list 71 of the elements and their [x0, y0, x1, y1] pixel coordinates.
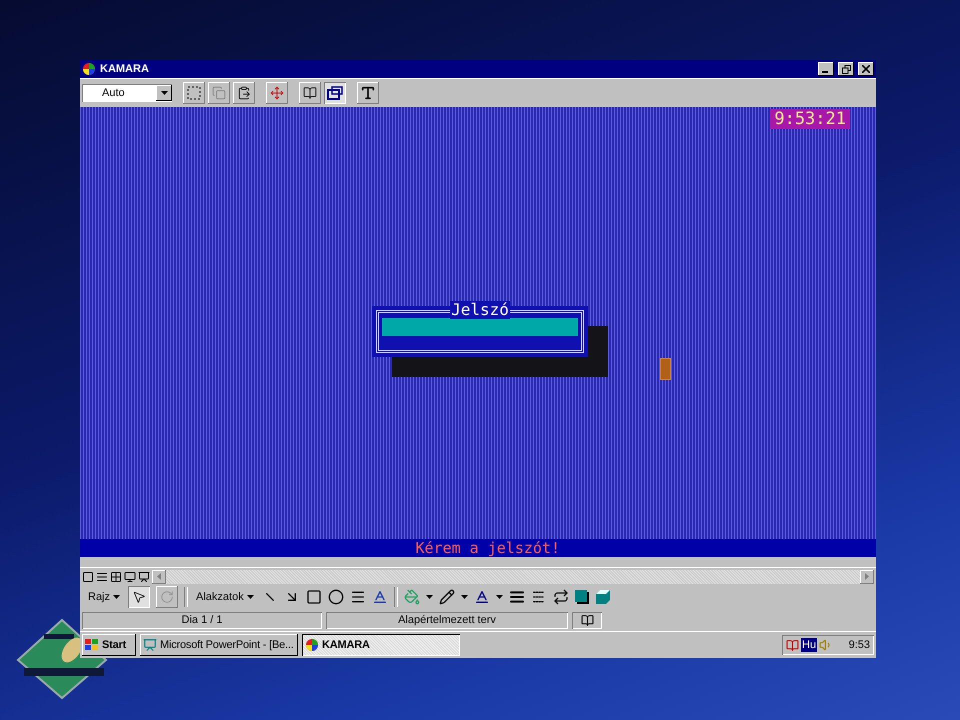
normal-view-icon: [82, 570, 94, 582]
start-button[interactable]: Start: [82, 634, 136, 656]
fill-color-icon: [404, 589, 420, 605]
scroll-left-button[interactable]: [152, 570, 166, 584]
font-icon: [360, 85, 376, 101]
scrollbar[interactable]: [152, 570, 874, 584]
tray-clock: 9:53: [848, 639, 870, 651]
cursor-block: [660, 358, 671, 380]
3d-box-icon: [594, 589, 611, 605]
selection-icon: [186, 85, 202, 101]
wordart-icon: [372, 589, 388, 605]
arrow-style-icon: [552, 589, 569, 605]
font-color-icon: [474, 589, 490, 605]
text-box-icon: [350, 589, 366, 605]
close-icon: [862, 65, 870, 73]
paste-icon: [237, 86, 251, 100]
toolbar-button[interactable]: [183, 82, 205, 104]
prompt-text: Kérem a jelszót!: [416, 539, 560, 557]
notes-view-icon: [124, 570, 136, 582]
shapes-menu[interactable]: Alakzatok: [194, 591, 256, 603]
close-button[interactable]: [858, 62, 874, 76]
shadow-icon: [574, 590, 589, 604]
right-triangle-icon: [865, 573, 869, 580]
copy-icon: [212, 86, 226, 100]
presentation-icon: [143, 638, 157, 652]
line-color-icon: [438, 589, 455, 605]
caret-icon: [113, 595, 120, 599]
toolbar-button[interactable]: [266, 82, 288, 104]
minimize-button[interactable]: [818, 62, 834, 76]
toolbar-button[interactable]: [299, 82, 321, 104]
scroll-right-button[interactable]: [860, 570, 874, 584]
book-icon: [786, 638, 799, 652]
rectangle-icon: [306, 589, 322, 605]
toolbar-button[interactable]: [324, 82, 346, 104]
task-button[interactable]: Microsoft PowerPoint - [Be...: [140, 634, 298, 656]
ellipse-icon: [328, 589, 344, 605]
windows-flag-icon: [85, 639, 99, 651]
pointer-icon: [132, 590, 146, 604]
toolbar-button[interactable]: [233, 82, 255, 104]
rotate-icon: [160, 590, 174, 604]
app-logo-icon: [82, 62, 96, 76]
restore-icon: [842, 64, 850, 74]
slide-counter: Dia 1 / 1: [82, 612, 322, 628]
restore-button[interactable]: [838, 62, 854, 76]
caret-icon: [160, 91, 168, 95]
slideshow-icon: [138, 570, 150, 582]
dropdown-field[interactable]: Auto: [82, 84, 172, 102]
caret-icon: [460, 595, 468, 599]
spelling-icon: [580, 614, 594, 626]
dropdown-button[interactable]: [156, 85, 172, 101]
properties-icon: [303, 86, 317, 100]
caret-icon: [426, 595, 433, 599]
toolbar-button[interactable]: [357, 82, 379, 104]
caret-icon: [246, 595, 254, 599]
window-title: KAMARA: [100, 63, 150, 75]
password-field[interactable]: [382, 318, 578, 336]
task-button[interactable]: KAMARA: [302, 634, 460, 656]
caret-icon: [496, 595, 503, 599]
dialog-title: Jelszó: [450, 301, 510, 319]
app-logo-icon: [305, 638, 319, 652]
line-style-icon: [508, 589, 525, 605]
language-indicator[interactable]: Hu: [801, 638, 818, 652]
outline-view-icon: [96, 570, 108, 582]
move-icon: [270, 86, 284, 100]
clock: 9:53:21: [770, 109, 850, 129]
sorter-view-icon: [110, 570, 122, 582]
draw-menu[interactable]: Rajz: [86, 591, 122, 603]
left-triangle-icon: [157, 573, 161, 580]
window-icon: [327, 85, 343, 101]
tool-button[interactable]: [128, 586, 150, 608]
design-name: Alapértelmezett terv: [326, 612, 568, 628]
